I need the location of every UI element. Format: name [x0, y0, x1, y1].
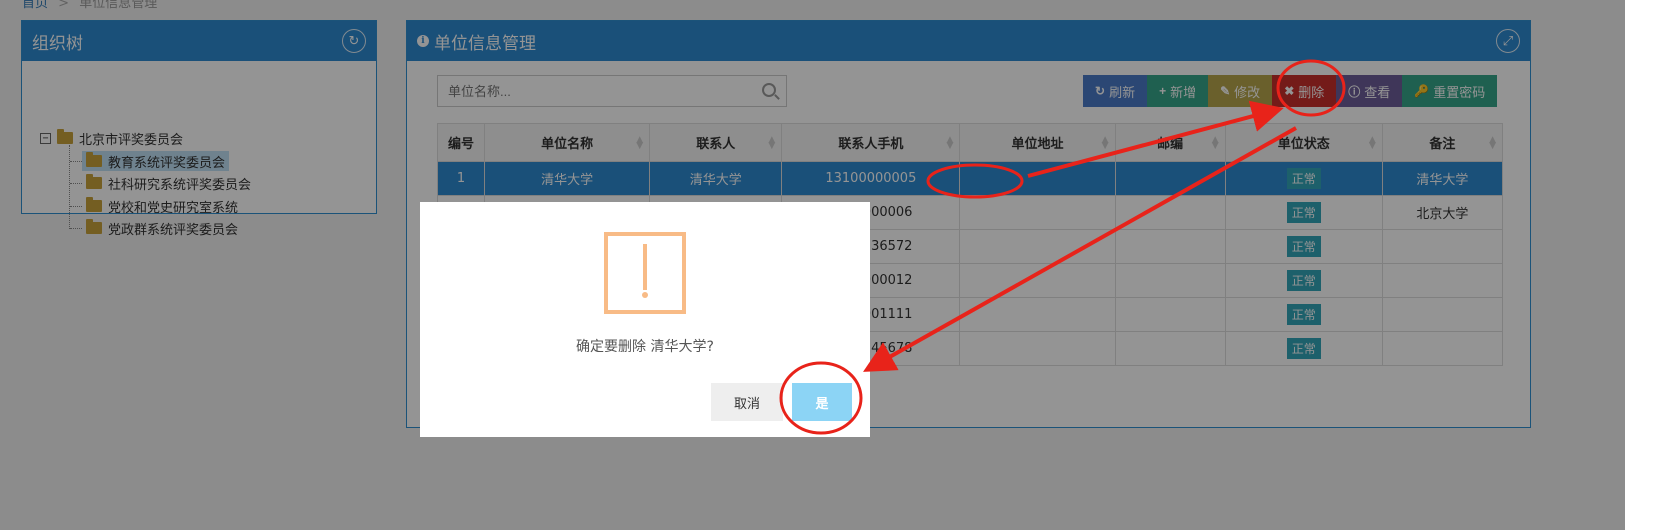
confirm-button[interactable]: 是 [792, 383, 852, 421]
confirm-delete-dialog: 确定要删除 清华大学? 取消 是 [420, 202, 870, 437]
warning-icon-bar [643, 244, 647, 290]
dialog-message: 确定要删除 清华大学? [576, 339, 714, 355]
warning-icon-dot [642, 292, 648, 298]
warning-icon [604, 232, 686, 314]
right-margin [1625, 0, 1666, 530]
cancel-button[interactable]: 取消 [711, 383, 783, 421]
